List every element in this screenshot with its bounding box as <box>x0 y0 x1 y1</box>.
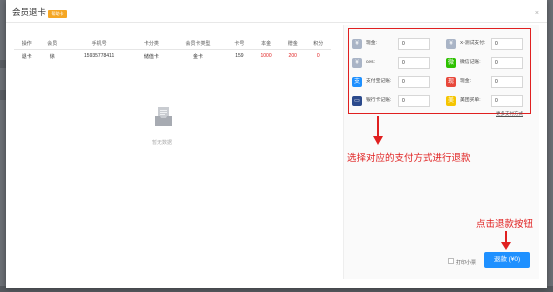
empty-text: 暂无数据 <box>152 140 173 146</box>
payment-label: ces: <box>366 60 375 65</box>
principal-cell: 1000 <box>260 53 272 59</box>
bank-card-icon: ▭ <box>352 96 362 106</box>
member-cell: 徐 <box>49 53 55 60</box>
arrow-down-icon <box>501 231 511 250</box>
phone-cell: 15935778411 <box>84 53 115 59</box>
payment-amount-input[interactable]: 0 <box>491 76 523 88</box>
payment-amount-input[interactable]: 0 <box>398 95 430 107</box>
type-cell: 金卡 <box>193 53 204 60</box>
payment-method-cash[interactable]: ¥ 现金: 0 <box>352 38 442 52</box>
card-table: 操作 会员 手机号 卡分类 会员卡类型 卡号 本金 赠金 积分 退卡 徐 159… <box>14 38 331 62</box>
modal-title: 会员退卡 <box>12 7 47 17</box>
alipay-icon: 支 <box>352 77 362 87</box>
print-receipt-checkbox[interactable] <box>448 258 454 264</box>
close-icon[interactable]: × <box>535 10 539 17</box>
col-header: 卡分类 <box>133 38 170 50</box>
meituan-icon: 美 <box>446 96 456 106</box>
payment-method-bankcard[interactable]: ▭ 银行卡记账: 0 <box>352 95 442 109</box>
payment-label: 支付宝记账: <box>366 79 392 84</box>
annotation-choose-payment: 选择对应的支付方式进行退款 <box>347 153 471 164</box>
payment-amount-input[interactable]: 0 <box>398 57 430 69</box>
payment-label: 现金: <box>366 41 377 46</box>
payment-method-alipay[interactable]: 支 支付宝记账: 0 <box>352 76 442 90</box>
payment-amount-input[interactable]: 0 <box>398 38 430 50</box>
payment-method-ces[interactable]: ¥ ces: 0 <box>352 57 442 71</box>
bonus-cell: 200 <box>288 53 297 59</box>
empty-data-icon <box>155 107 172 126</box>
payment-method-cash2[interactable]: 现 现金: 0 <box>446 76 526 90</box>
payment-amount-input[interactable]: 0 <box>491 95 523 107</box>
arrow-down-icon <box>373 116 383 145</box>
points-cell: 0 <box>316 53 320 59</box>
payment-label: 银行卡记账: <box>366 98 392 103</box>
wechat-icon: 微 <box>446 58 456 68</box>
table-header: 操作 会员 手机号 卡分类 会员卡类型 卡号 本金 赠金 积分 <box>14 38 331 50</box>
refund-button[interactable]: 退款 (¥0) <box>484 252 530 268</box>
print-receipt-label: 打印小票 <box>456 260 477 266</box>
payment-method-test[interactable]: ¥ X-测试支付: 0 <box>446 38 526 52</box>
col-header: 积分 <box>305 38 331 50</box>
help-tag[interactable]: 帮助卡 <box>48 10 67 18</box>
payment-label: 美团买单: <box>460 98 481 103</box>
payment-amount-input[interactable]: 0 <box>491 38 523 50</box>
modal-header: 会员退卡 帮助卡 × <box>6 0 547 23</box>
col-header: 手机号 <box>64 38 134 50</box>
refund-link[interactable]: 退卡 <box>14 50 39 63</box>
card-list-panel: 操作 会员 手机号 卡分类 会员卡类型 卡号 本金 赠金 积分 退卡 徐 159… <box>9 31 336 279</box>
col-header: 卡号 <box>226 38 253 50</box>
payment-label: 现金: <box>460 79 471 84</box>
table-row: 退卡 徐 15935778411 储值卡 金卡 159 1000 200 0 <box>14 50 331 63</box>
payment-amount-input[interactable]: 0 <box>491 57 523 69</box>
col-header: 本金 <box>252 38 280 50</box>
yuan-icon: ¥ <box>352 58 362 68</box>
card-number-cell: 159 <box>235 53 244 59</box>
cash-icon: 现 <box>446 77 456 87</box>
payment-label: X-测试支付: <box>460 41 486 46</box>
payment-method-wechat[interactable]: 微 微信记账: 0 <box>446 57 526 71</box>
col-header: 操作 <box>14 38 40 50</box>
yuan-icon: ¥ <box>352 39 362 49</box>
col-header: 会员卡类型 <box>169 38 227 50</box>
more-payment-link[interactable]: 更多支付方式 <box>496 111 523 117</box>
payment-amount-input[interactable]: 0 <box>398 76 430 88</box>
col-header: 会员 <box>39 38 65 50</box>
yuan-icon: ¥ <box>446 39 456 49</box>
payment-label: 微信记账: <box>460 60 481 65</box>
col-header: 赠金 <box>279 38 306 50</box>
category-cell: 储值卡 <box>143 53 159 60</box>
annotation-click-refund: 点击退款按钮 <box>476 219 534 230</box>
payment-method-meituan[interactable]: 美 美团买单: 0 <box>446 95 526 109</box>
